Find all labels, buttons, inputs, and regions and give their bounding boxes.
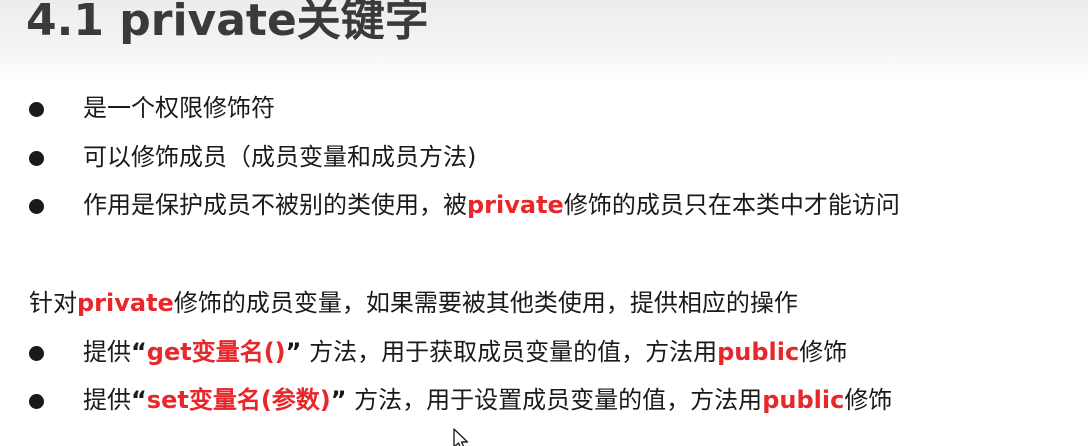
text-segment: 针对 — [29, 289, 77, 317]
bullet-item: 可以修饰成员（成员变量和成员方法) — [0, 141, 1088, 173]
bullet-text: 可以修饰成员（成员变量和成员方法) — [83, 141, 476, 173]
bullet-text: 是一个权限修饰符 — [83, 92, 275, 124]
text-segment: 提供 — [83, 386, 131, 414]
slide: 4.1 private关键字 是一个权限修饰符 可以修饰成员（成员变量和成员方法… — [0, 0, 1088, 446]
text-segment: 修饰的成员变量，如果需要被其他类使用，提供相应的操作 — [173, 289, 798, 317]
bullet-text: 提供“get变量名()” 方法，用于获取成员变量的值，方法用public修饰 — [83, 336, 847, 368]
mouse-pointer-icon — [453, 428, 469, 446]
bullet-item: 是一个权限修饰符 — [0, 92, 1088, 124]
text-segment: 修饰的成员只在本类中才能访问 — [563, 191, 900, 219]
bullet-dot-icon — [29, 394, 44, 409]
quote-mark: ” — [330, 386, 347, 414]
highlighted-keyword: get变量名() — [146, 338, 286, 366]
section-text: 针对private修饰的成员变量，如果需要被其他类使用，提供相应的操作 — [29, 287, 798, 319]
text-segment: 修饰 — [799, 338, 848, 366]
text-segment: 方法，用于获取成员变量的值，方法用 — [301, 338, 718, 366]
bullet-item: 提供“set变量名(参数)” 方法，用于设置成员变量的值，方法用public修饰 — [0, 384, 1088, 416]
bullet-item: 作用是保护成员不被别的类使用，被private修饰的成员只在本类中才能访问 — [0, 189, 1088, 221]
quote-mark: “ — [131, 386, 147, 414]
text-segment: 作用是保护成员不被别的类使用，被 — [83, 191, 467, 219]
bullet-item: 提供“get变量名()” 方法，用于获取成员变量的值，方法用public修饰 — [0, 336, 1088, 368]
quote-mark: “ — [131, 338, 147, 366]
highlighted-keyword: public — [762, 386, 845, 414]
bullet-dot-icon — [29, 199, 44, 214]
text-segment: 提供 — [83, 338, 131, 366]
text-segment: 方法，用于设置成员变量的值，方法用 — [346, 386, 763, 414]
bullet-dot-icon — [29, 151, 44, 166]
slide-title: 4.1 private关键字 — [26, 0, 429, 46]
text-segment: 修饰 — [844, 386, 893, 414]
highlighted-keyword: public — [717, 338, 800, 366]
highlighted-keyword: set变量名(参数) — [146, 386, 331, 414]
text-segment: 是一个权限修饰符 — [83, 94, 275, 122]
bullet-text: 提供“set变量名(参数)” 方法，用于设置成员变量的值，方法用public修饰 — [83, 384, 892, 416]
bullet-dot-icon — [29, 102, 44, 117]
highlighted-keyword: private — [77, 289, 174, 317]
highlighted-keyword: private — [467, 191, 564, 219]
quote-mark: ” — [285, 338, 302, 366]
bullet-text: 作用是保护成员不被别的类使用，被private修饰的成员只在本类中才能访问 — [83, 189, 900, 221]
text-segment: 可以修饰成员（成员变量和成员方法) — [83, 143, 477, 171]
bullet-dot-icon — [29, 346, 44, 361]
